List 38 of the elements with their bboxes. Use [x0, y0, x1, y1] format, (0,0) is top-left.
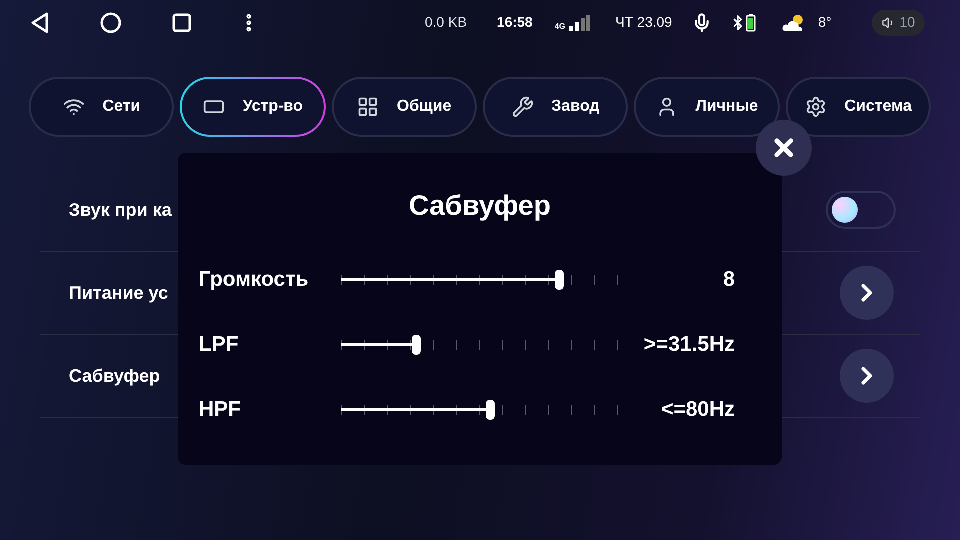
tab[interactable]: Сети: [29, 77, 174, 137]
slider-value: <=80Hz: [660, 396, 736, 423]
tools-icon: [512, 96, 534, 118]
volume-level: 10: [900, 13, 916, 32]
slider-thumb[interactable]: [412, 334, 421, 354]
tab[interactable]: Общие: [332, 77, 477, 137]
slider-thumb[interactable]: [486, 400, 496, 420]
slider-label: LPF: [199, 332, 240, 358]
tab[interactable]: Завод: [482, 77, 628, 137]
grid-icon: [357, 96, 380, 118]
slider-track[interactable]: [341, 334, 617, 354]
date: ЧТ 23.09: [616, 13, 672, 32]
dialog-title: Сабвуфер: [408, 189, 552, 223]
slider-track[interactable]: [341, 400, 617, 420]
setting-label: Питание ус: [69, 282, 168, 305]
recent-apps-icon[interactable]: [172, 12, 192, 32]
network-type: 4G: [554, 22, 566, 30]
back-icon[interactable]: [30, 12, 50, 34]
tab[interactable]: Личные: [634, 77, 780, 137]
setting-label: Сабвуфер: [69, 364, 160, 388]
slider-value: 8: [722, 266, 736, 293]
slider-label: HPF: [199, 396, 242, 423]
tab[interactable]: Система: [786, 77, 931, 137]
settings-icon: [804, 96, 827, 118]
slider-track[interactable]: [341, 270, 617, 290]
battery-icon: [746, 14, 756, 32]
setting-label: Звук при ка: [69, 198, 172, 222]
home-icon[interactable]: [100, 12, 122, 34]
signal-icon: [568, 14, 590, 30]
slider-value: >=31.5Hz: [642, 332, 736, 358]
slider-thumb[interactable]: [555, 270, 564, 290]
slider-label: Громкость: [199, 266, 310, 293]
volume-pill[interactable]: 10: [872, 10, 926, 36]
temperature: 8°: [818, 13, 832, 32]
data-rate: 0.0 KB: [425, 13, 468, 32]
toggle-switch[interactable]: [826, 191, 896, 229]
clock: 16:58: [497, 13, 533, 32]
tab[interactable]: Устр-во: [180, 77, 326, 137]
